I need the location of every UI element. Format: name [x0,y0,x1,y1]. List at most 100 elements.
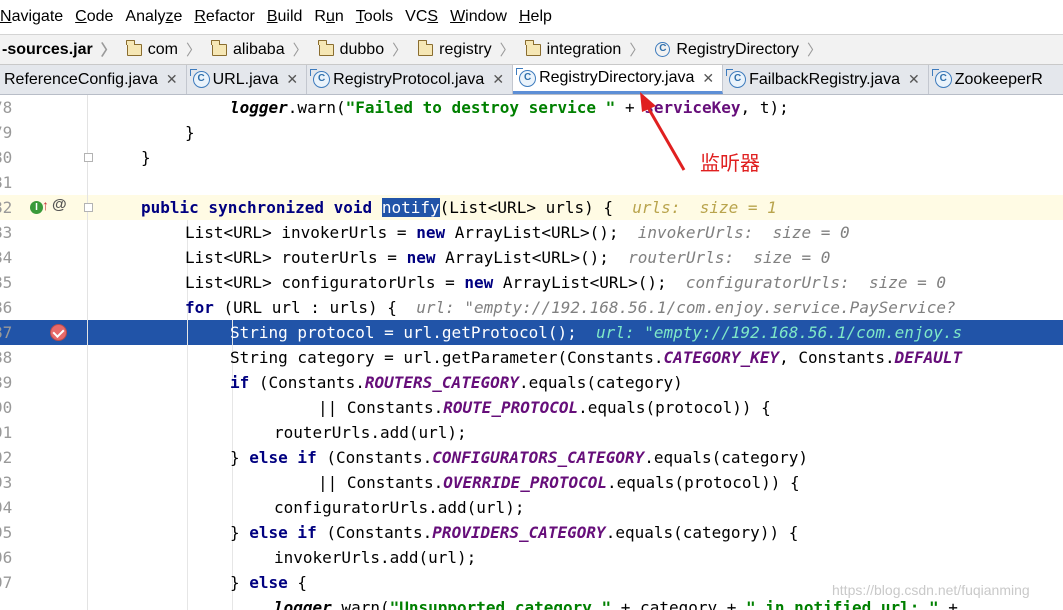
code-text: public synchronized void notify(List<URL… [141,198,777,217]
code-text: if (Constants.ROUTERS_CATEGORY.equals(ca… [230,373,683,392]
class-icon: C [310,69,331,88]
line-number: 86 [0,298,13,317]
code-line: 89 if (Constants.ROUTERS_CATEGORY.equals… [0,370,1063,395]
menu-refactor[interactable]: Refactor [194,8,254,26]
class-icon: C [516,67,537,87]
code-line: 85 List<URL> configuratorUrls = new Arra… [0,270,1063,295]
folder-icon [211,39,227,56]
editor-tabs: ReferenceConfig.java ✕ C URL.java ✕ C Regist… [0,65,1063,95]
debug-inline-value: url: "empty://192.168.56.1/com.enjoy.s [596,323,963,342]
breadcrumb-package-com[interactable]: com 〉 [125,39,210,60]
close-icon[interactable]: ✕ [492,71,504,88]
annotation-label: 监听器 [700,151,760,175]
line-number: 95 [0,523,13,542]
code-line-current: 87 String protocol = url.getProtocol(); … [0,320,1063,345]
line-number: 96 [0,548,13,567]
menu-code[interactable]: Code [75,8,113,26]
tab-url[interactable]: C URL.java ✕ [187,65,308,94]
close-icon[interactable]: ✕ [702,70,714,87]
code-text: || Constants.OVERRIDE_PROTOCOL.equals(pr… [318,473,800,492]
line-number: 89 [0,373,13,392]
tab-registryprotocol[interactable]: C RegistryProtocol.java ✕ [307,65,514,94]
code-text: String category = url.getParameter(Const… [230,348,963,367]
line-number: 97 [0,573,13,592]
code-text: } [185,123,195,142]
line-number: 91 [0,423,13,442]
folder-icon [525,39,541,56]
code-text: configuratorUrls.add(url); [274,498,525,517]
code-line: 84 List<URL> routerUrls = new ArrayList<… [0,245,1063,270]
line-number: 78 [0,98,13,117]
code-text: for (URL url : urls) { url: "empty://192… [185,298,956,317]
code-text: List<URL> invokerUrls = new ArrayList<UR… [185,223,850,242]
tab-referenceconfig[interactable]: ReferenceConfig.java ✕ [0,65,187,94]
chevron-right-icon: 〉 [499,42,515,59]
class-icon: C [189,69,210,88]
selected-word: notify [381,198,440,217]
debug-inline-value: invokerUrls: size = 0 [637,223,850,242]
code-line: 91 routerUrls.add(url); [0,420,1063,445]
annotation-arrow [640,92,686,171]
menu-vcs[interactable]: VCS [405,8,438,26]
line-number: 90 [0,398,13,417]
code-line: 90 || Constants.ROUTE_PROTOCOL.equals(pr… [0,395,1063,420]
code-editor[interactable]: I ↑ @ 78 logger.warn("Failed to destroy … [0,95,1063,610]
line-number: 84 [0,248,13,267]
code-line: 96 invokerUrls.add(url); [0,545,1063,570]
menu-tools[interactable]: Tools [356,8,393,26]
code-text: String protocol = url.getProtocol(); url… [230,323,963,342]
code-text: List<URL> configuratorUrls = new ArrayLi… [185,273,947,292]
menu-help[interactable]: Help [519,8,552,26]
code-line: 88 String category = url.getParameter(Co… [0,345,1063,370]
close-icon[interactable]: ✕ [166,71,178,88]
class-icon: C [931,69,952,88]
code-line: 80 } [0,145,1063,170]
code-text: } [141,148,151,167]
debug-inline-value: routerUrls: size = 0 [628,248,831,267]
chevron-right-icon: 〉 [807,42,823,59]
breadcrumb-package-integration[interactable]: integration 〉 [524,39,654,60]
chevron-right-icon: 〉 [185,42,201,59]
line-number: 94 [0,498,13,517]
tab-failbackregistry[interactable]: C FailbackRegistry.java ✕ [723,65,929,94]
code-text: List<URL> routerUrls = new ArrayList<URL… [185,248,831,267]
class-icon: C [655,42,671,57]
code-line: 95 } else if (Constants.PROVIDERS_CATEGO… [0,520,1063,545]
folder-icon [126,39,142,56]
code-text: logger.warn("Failed to destroy service "… [230,98,789,117]
code-line: 82 public synchronized void notify(List<… [0,195,1063,220]
folder-icon [417,39,434,56]
breadcrumb-jar[interactable]: -sources.jar 〉 [0,39,125,60]
menu-bar: Navigate Code Analyze Refactor Build Run… [0,0,1063,35]
line-number: 87 [0,323,13,342]
menu-run[interactable]: Run [314,8,343,26]
close-icon[interactable]: ✕ [286,71,298,88]
close-icon[interactable]: ✕ [908,71,920,88]
line-number: 92 [0,448,13,467]
code-line: 78 logger.warn("Failed to destroy servic… [0,95,1063,120]
breadcrumb-package-dubbo[interactable]: dubbo 〉 [317,39,417,60]
code-line: 92 } else if (Constants.CONFIGURATORS_CA… [0,445,1063,470]
code-text: invokerUrls.add(url); [274,548,477,567]
menu-build[interactable]: Build [267,8,303,26]
code-line: 93 || Constants.OVERRIDE_PROTOCOL.equals… [0,470,1063,495]
code-text: } else if (Constants.PROVIDERS_CATEGORY.… [230,523,799,542]
debug-inline-value: configuratorUrls: size = 0 [685,273,947,292]
code-line: 83 List<URL> invokerUrls = new ArrayList… [0,220,1063,245]
chevron-right-icon: 〉 [629,42,645,59]
chevron-right-icon: 〉 [392,42,408,59]
line-number: 85 [0,273,13,292]
line-number: 79 [0,123,13,142]
tab-zookeeperregistry[interactable]: C ZookeeperR [929,65,1051,94]
menu-analyze[interactable]: Analyze [125,8,182,26]
menu-navigate[interactable]: Navigate [0,8,63,26]
code-text: || Constants.ROUTE_PROTOCOL.equals(proto… [318,398,771,417]
code-line: 81 [0,170,1063,195]
line-number: 82 [0,198,13,217]
code-text: routerUrls.add(url); [274,423,467,442]
breadcrumb-class[interactable]: C RegistryDirectory 〉 [653,39,831,60]
breadcrumb-package-registry[interactable]: registry 〉 [416,39,523,60]
menu-window[interactable]: Window [450,8,507,26]
watermark: https://blog.csdn.net/fuqianming [832,582,1030,598]
breadcrumb-package-alibaba[interactable]: alibaba 〉 [210,39,317,60]
